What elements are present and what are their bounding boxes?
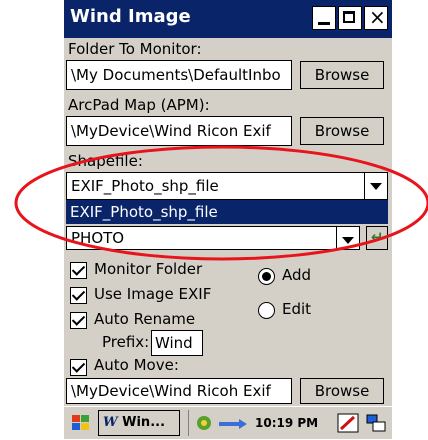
windows-layout-icon[interactable] xyxy=(365,413,387,433)
auto-move-destination-input[interactable]: \MyDevice\Wind Ricoh Exif xyxy=(66,378,292,404)
enter-arrow-button[interactable] xyxy=(366,226,388,250)
title-bar: Wind Image xyxy=(64,0,392,38)
edit-label: Edit xyxy=(282,300,312,318)
auto-rename-label: Auto Rename xyxy=(94,310,196,328)
maximize-button[interactable] xyxy=(338,6,362,30)
monitor-folder-label: Monitor Folder xyxy=(94,260,203,278)
taskbar: W Win... 10:19 PM xyxy=(64,406,392,439)
monitor-folder-checkbox[interactable] xyxy=(70,262,87,279)
prefix-label: Prefix: xyxy=(102,333,150,351)
use-image-exif-label: Use Image EXIF xyxy=(94,285,212,303)
shapefile-label: Shapefile: xyxy=(68,152,143,170)
add-radio[interactable] xyxy=(258,268,275,285)
layer-dropdown[interactable]: PHOTO xyxy=(66,226,360,250)
chevron-down-icon[interactable] xyxy=(336,227,359,249)
minimize-button[interactable] xyxy=(312,6,336,30)
close-button[interactable] xyxy=(364,5,388,30)
folder-to-monitor-label: Folder To Monitor: xyxy=(68,40,202,58)
taskbar-app-label: Win... xyxy=(122,415,166,430)
app-logo-icon: W xyxy=(103,415,118,430)
arcpad-map-input[interactable]: \MyDevice\Wind Ricon Exif xyxy=(66,116,292,146)
start-flag-icon[interactable] xyxy=(68,410,94,436)
shapefile-dropdown[interactable]: EXIF_Photo_shp_file xyxy=(66,172,388,200)
shapefile-selected: EXIF_Photo_shp_file xyxy=(71,177,219,195)
auto-move-checkbox[interactable] xyxy=(70,359,87,376)
app-window: Wind Image Folder To Monitor: \My Docume… xyxy=(64,0,392,439)
auto-move-label: Auto Move: xyxy=(94,356,179,374)
folder-to-monitor-input[interactable]: \My Documents\DefaultInbo xyxy=(66,60,292,90)
layer-selected: PHOTO xyxy=(71,229,125,247)
edit-radio[interactable] xyxy=(258,302,275,319)
pen-icon[interactable] xyxy=(337,413,359,433)
auto-rename-checkbox[interactable] xyxy=(70,312,87,329)
taskbar-app-button[interactable]: W Win... xyxy=(98,410,180,436)
clock: 10:19 PM xyxy=(255,416,319,430)
add-label: Add xyxy=(282,266,312,284)
window-title: Wind Image xyxy=(70,6,191,27)
folder-browse-button[interactable]: Browse xyxy=(300,61,384,89)
prefix-input[interactable]: Wind xyxy=(151,330,203,356)
arcpad-browse-button[interactable]: Browse xyxy=(300,117,384,145)
sync-arrow-icon[interactable] xyxy=(217,416,249,430)
shapefile-option-highlighted[interactable]: EXIF_Photo_shp_file xyxy=(66,200,388,224)
chevron-down-icon[interactable] xyxy=(364,173,387,199)
connectivity-icon[interactable] xyxy=(195,414,213,432)
system-tray: 10:19 PM xyxy=(188,410,391,436)
auto-move-browse-button[interactable]: Browse xyxy=(300,378,384,404)
arcpad-map-label: ArcPad Map (APM): xyxy=(68,96,210,114)
use-image-exif-checkbox[interactable] xyxy=(70,287,87,304)
